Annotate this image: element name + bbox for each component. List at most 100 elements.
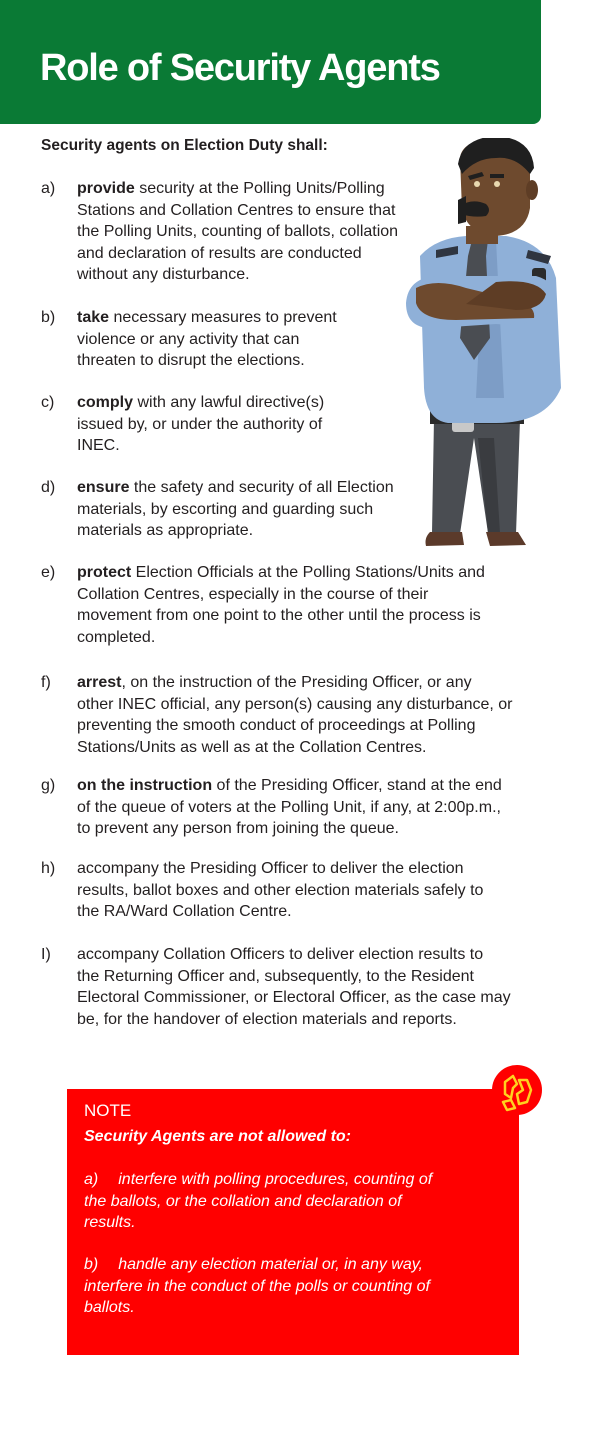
duty-line: movement from one point to the other unt…: [77, 605, 485, 627]
duty-line-text: of the queue of voters at the Polling Un…: [77, 798, 501, 816]
duty-line: Collation Centres, especially in the cou…: [77, 584, 485, 606]
duty-line-text: , on the instruction of the Presiding Of…: [121, 674, 472, 691]
duty-line-text: issued by, or under the authority of: [77, 415, 323, 433]
duty-line-text: the Polling Units, counting of ballots, …: [77, 223, 399, 240]
note-line-text: ballots.: [84, 1299, 135, 1316]
duty-line: provide security at the Polling Units/Po…: [77, 178, 398, 200]
duty-line: materials as appropriate.: [77, 520, 394, 542]
duty-text: comply with any lawful directive(s) issue…: [77, 392, 324, 457]
duty-line-text: Electoral Commissioner, or Electoral Off…: [77, 989, 511, 1006]
duty-text: on the instruction of the Presiding Offi…: [77, 775, 502, 840]
duty-line: completed.: [77, 627, 485, 649]
duty-keyword: ensure: [77, 479, 130, 496]
duty-letter: I): [41, 946, 51, 963]
duty-line-text: movement from one point to the other unt…: [77, 607, 481, 624]
duty-line-text: the Returning Officer and, subsequently,…: [77, 967, 474, 985]
duty-text: protect Election Officials at the Pollin…: [77, 562, 485, 648]
duty-line-text: and declaration of results are conducted: [77, 244, 362, 262]
note-line-text: handle any election material or, in any …: [118, 1256, 423, 1273]
duty-line: on the instruction of the Presiding Offi…: [77, 775, 502, 797]
duty-line: accompany the Presiding Officer to deliv…: [77, 858, 483, 880]
duty-line: of the queue of voters at the Polling Un…: [77, 797, 502, 819]
duty-line: issued by, or under the authority of: [77, 414, 324, 436]
duty-line-text: accompany the Presiding Officer to deliv…: [77, 860, 464, 877]
duty-line: to prevent any person from joining the q…: [77, 818, 502, 840]
duty-letter: e): [41, 564, 56, 581]
duty-text: provide security at the Polling Units/Po…: [77, 178, 398, 286]
duty-line-text: of the Presiding Officer, stand at the e…: [212, 777, 502, 794]
duty-letter: d): [41, 479, 56, 496]
duty-letter: h): [41, 860, 56, 877]
duty-letter: f): [41, 674, 51, 691]
duty-text: ensure the safety and security of all El…: [77, 477, 394, 542]
duty-line: take necessary measures to prevent: [77, 307, 337, 329]
duty-line: arrest, on the instruction of the Presid…: [77, 672, 512, 694]
note-item: a) interfere with polling procedures, cou…: [84, 1169, 504, 1234]
duty-line-text: Collation Centres, especially in the cou…: [77, 585, 429, 603]
duty-line: Stations/Units as well as at the Collati…: [77, 737, 512, 759]
duty-text: accompany Collation Officers to deliver …: [77, 944, 511, 1030]
note-title: NOTE: [84, 1101, 132, 1120]
duty-text: arrest, on the instruction of the Presid…: [77, 672, 512, 758]
duty-line: preventing the smooth conduct of proceed…: [77, 715, 512, 737]
note-line-text: the ballots, or the collation and declar…: [84, 1192, 402, 1210]
duty-line-text: necessary measures to prevent: [109, 309, 337, 326]
note-letter: a): [84, 1171, 99, 1188]
header-banner: Role of Security Agents: [0, 0, 541, 124]
note-line: a) interfere with polling procedures, cou…: [84, 1169, 504, 1191]
note-line: ballots.: [84, 1297, 504, 1319]
note-line-text: interfere in the conduct of the polls or…: [84, 1277, 430, 1295]
duty-line-text: materials, by escorting and guarding suc…: [77, 500, 374, 518]
duty-line: without any disturbance.: [77, 264, 398, 286]
duty-line-text: accompany Collation Officers to deliver …: [77, 946, 484, 963]
duty-line: accompany Collation Officers to deliver …: [77, 944, 511, 966]
duty-line: the Returning Officer and, subsequently,…: [77, 966, 511, 988]
duty-line-text: violence or any activity that can: [77, 330, 300, 348]
duty-text: take necessary measures to prevent violen…: [77, 307, 337, 372]
note-letter: b): [84, 1256, 99, 1273]
note-line-text: interfere with polling procedures, count…: [118, 1171, 433, 1188]
duty-line-text: completed.: [77, 628, 156, 646]
note-item: b) handle any election material or, in an…: [84, 1254, 504, 1319]
duty-line-text: with any lawful directive(s): [133, 394, 325, 411]
duty-letter: a): [41, 180, 56, 197]
duty-line: the RA/Ward Collation Centre.: [77, 901, 483, 923]
duty-line-text: INEC.: [77, 437, 120, 454]
duty-line: violence or any activity that can: [77, 329, 337, 351]
duty-line: threaten to disrupt the elections.: [77, 350, 337, 372]
duty-line-text: security at the Polling Units/Polling: [134, 180, 385, 197]
duty-line: the Polling Units, counting of ballots, …: [77, 221, 398, 243]
duty-line-text: preventing the smooth conduct of proceed…: [77, 717, 476, 734]
duty-line-text: without any disturbance.: [77, 266, 250, 283]
duty-line: Stations and Collation Centres to ensure…: [77, 200, 398, 222]
duty-line: comply with any lawful directive(s): [77, 392, 324, 414]
note-line: b) handle any election material or, in an…: [84, 1254, 504, 1276]
duty-line-text: Stations/Units as well as at the Collati…: [77, 738, 427, 756]
duty-line-text: Stations and Collation Centres to ensure…: [77, 201, 396, 219]
hands-icon: [492, 1065, 542, 1115]
duty-line: be, for the handover of election materia…: [77, 1009, 511, 1031]
duty-line: Electoral Commissioner, or Electoral Off…: [77, 987, 511, 1009]
note-line: results.: [84, 1212, 504, 1234]
duty-line: INEC.: [77, 435, 324, 457]
duty-line-text: materials as appropriate.: [77, 522, 254, 539]
duty-letter: g): [41, 777, 56, 794]
duty-line-text: be, for the handover of election materia…: [77, 1010, 457, 1028]
duty-letter: b): [41, 309, 56, 326]
duty-keyword: on the instruction: [77, 777, 213, 794]
duty-letter: c): [41, 394, 55, 411]
security-officer-illustration: [406, 138, 561, 546]
duty-line: and declaration of results are conducted: [77, 243, 398, 265]
note-line: interfere in the conduct of the polls or…: [84, 1276, 504, 1298]
page-title: Role of Security Agents: [40, 47, 441, 89]
note-line: the ballots, or the collation and declar…: [84, 1191, 504, 1213]
duty-line-text: to prevent any person from joining the q…: [77, 820, 399, 837]
duty-keyword: provide: [77, 180, 135, 197]
duty-line: ensure the safety and security of all El…: [77, 477, 394, 499]
duty-line: results, ballot boxes and other election…: [77, 880, 483, 902]
duty-line-text: other INEC official, any person(s) causi…: [77, 695, 513, 713]
duty-line-text: threaten to disrupt the elections.: [77, 352, 305, 369]
duty-keyword: take: [77, 309, 110, 326]
duty-keyword: arrest: [77, 674, 122, 691]
duty-line-text: the safety and security of all Election: [129, 479, 394, 496]
